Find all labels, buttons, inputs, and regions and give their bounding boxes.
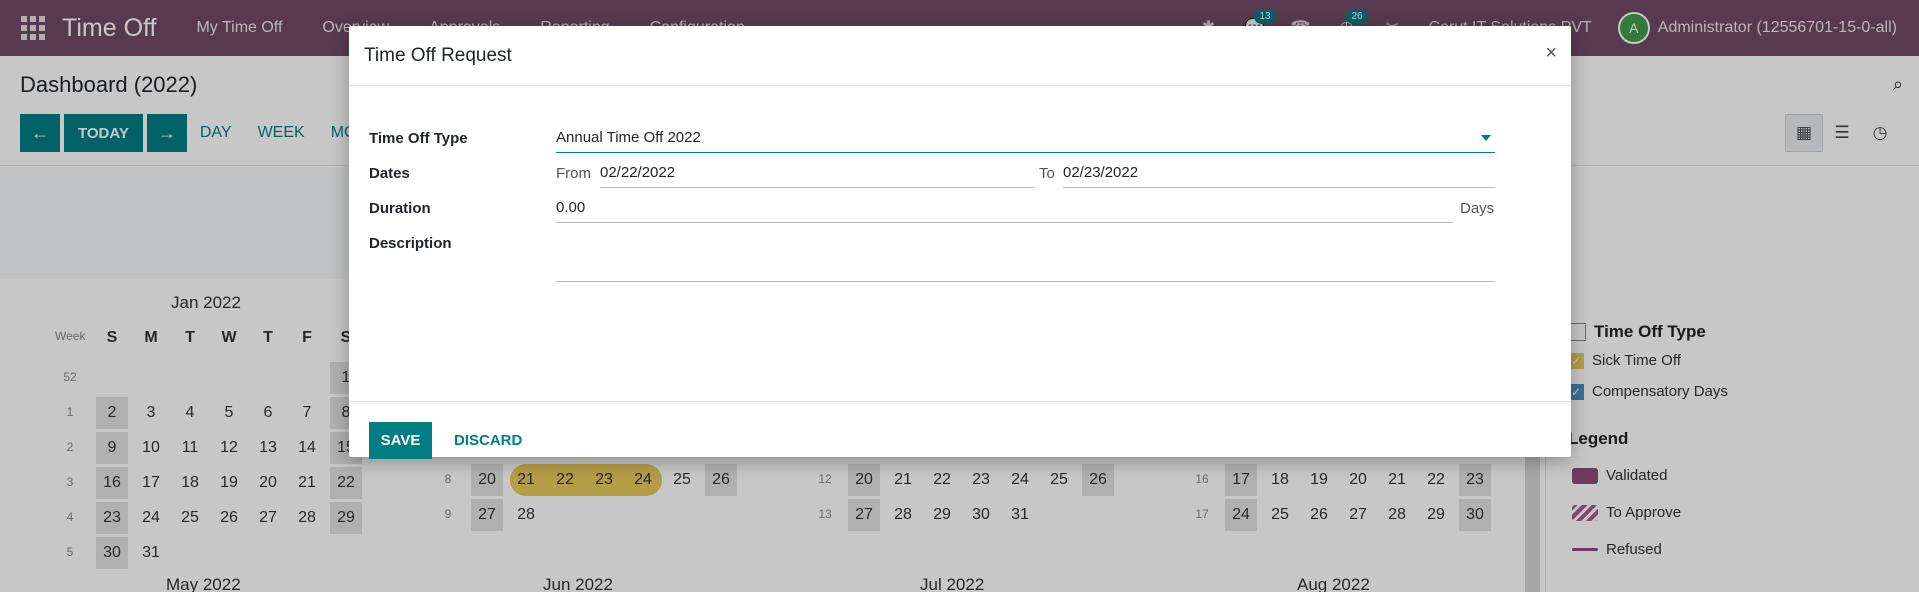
- duration-input[interactable]: 0.00: [556, 197, 1453, 223]
- modal-header: Time Off Request ×: [349, 26, 1571, 86]
- save-button[interactable]: SAVE: [369, 422, 432, 459]
- time-off-type-label: Time Off Type: [369, 130, 468, 147]
- time-off-request-dialog: Time Off Request × Time Off Type Annual …: [349, 26, 1571, 459]
- caret-down-icon: [1481, 135, 1491, 141]
- date-to-input[interactable]: 02/23/2022: [1063, 162, 1495, 188]
- description-label: Description: [369, 235, 452, 252]
- modal-body: Time Off Type Annual Time Off 2022 Dates…: [349, 86, 1571, 402]
- close-icon[interactable]: ×: [1545, 42, 1557, 65]
- time-off-type-select[interactable]: Annual Time Off 2022: [556, 127, 1495, 153]
- modal-footer: SAVE DISCARD: [349, 402, 1571, 459]
- to-label: To: [1039, 165, 1055, 182]
- duration-unit: Days: [1460, 200, 1495, 217]
- date-from-input[interactable]: 02/22/2022: [600, 162, 1034, 188]
- discard-button[interactable]: DISCARD: [454, 422, 522, 459]
- from-label: From: [556, 165, 591, 182]
- dates-label: Dates: [369, 165, 410, 182]
- duration-label: Duration: [369, 200, 431, 217]
- description-textarea[interactable]: [556, 235, 1495, 282]
- modal-title: Time Off Request: [364, 45, 512, 66]
- time-off-type-value: Annual Time Off 2022: [556, 129, 701, 146]
